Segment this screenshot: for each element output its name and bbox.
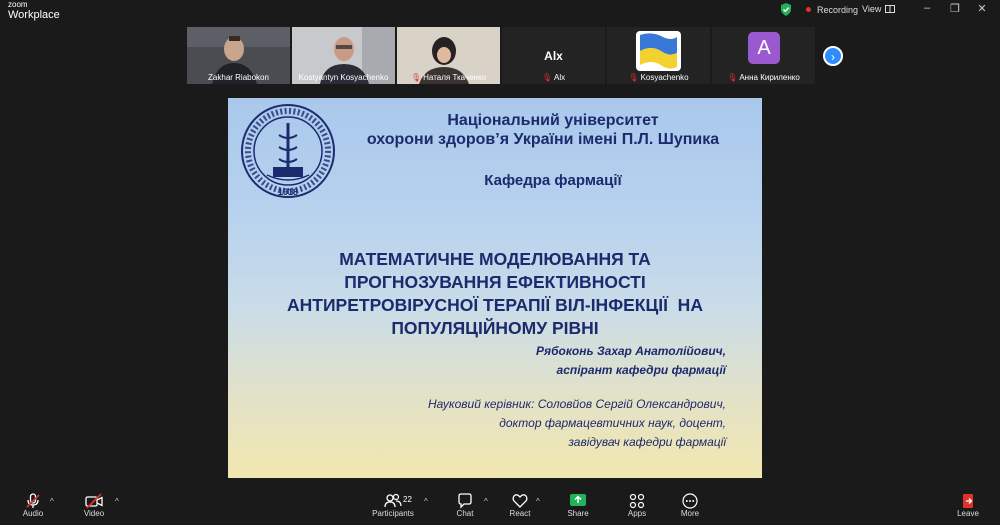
author-line: аспірант кафедри фармації [556, 363, 726, 377]
participant-display-name: Alx [544, 49, 563, 63]
share-button[interactable]: Share [553, 487, 603, 525]
title-line: МАТЕМАТИЧНЕ МОДЕЛЮВАННЯ ТА [339, 249, 651, 269]
leave-label: Leave [957, 509, 979, 518]
author-line: Рябоконь Захар Анатолійович, [536, 344, 726, 358]
more-label: More [680, 509, 700, 518]
participant-name: Alx [554, 73, 566, 82]
muted-mic-icon: 🎙 [628, 73, 639, 82]
leave-button[interactable]: Leave [943, 487, 993, 525]
participant-gallery: Zakhar Riabokon Kostyantyn Kosyachenko 🎙… [187, 27, 815, 84]
participants-label: Participants [372, 509, 414, 518]
chevron-right-icon: › [831, 50, 835, 64]
audio-label: Audio [22, 509, 44, 518]
audio-options-caret-icon[interactable]: ^ [50, 497, 54, 506]
participant-tile[interactable]: 🎙 Наталя Ткаченко [397, 27, 500, 84]
meeting-toolbar: Audio ^ Video ^ Participants 22 ^ Chat ^ [0, 487, 1000, 525]
participant-name-row: 🎙 Kosyachenko [607, 73, 710, 82]
participants-options-caret-icon[interactable]: ^ [424, 497, 428, 506]
participant-name: Kosyachenko [640, 73, 689, 82]
video-button[interactable]: Video [69, 487, 119, 525]
participant-name: Zakhar Riabokon [208, 73, 269, 82]
view-grid-icon [885, 5, 896, 13]
participant-tile[interactable]: A 🎙 Анна Кириленко [712, 27, 815, 84]
muted-mic-icon: 🎙 [541, 73, 553, 82]
participant-name-row: 🎙 Наталя Ткаченко [397, 73, 500, 82]
university-name-line1: Національний університет [447, 112, 659, 129]
muted-mic-icon: 🎙 [727, 73, 738, 82]
university-name-line2: охорони здоров’я України імені П.Л. Шупи… [366, 131, 720, 148]
apps-icon [612, 487, 662, 509]
share-screen-icon [553, 487, 603, 509]
leave-icon [943, 487, 993, 509]
video-off-icon [69, 487, 119, 509]
participants-count: 22 [403, 495, 412, 504]
participant-tile[interactable]: Zakhar Riabokon [187, 27, 290, 84]
participant-tile[interactable]: Kostyantyn Kosyachenko [292, 27, 395, 84]
react-button[interactable]: React [495, 487, 545, 525]
shared-screen-slide: 1918 Національний університет охорони зд… [228, 98, 762, 478]
advisor-line: завідувач кафедри фармації [568, 435, 726, 449]
participant-name: Анна Кириленко [739, 73, 800, 82]
more-icon [665, 487, 715, 509]
zoom-window: zoom Workplace Recording View – ❐ ✕ Zakh… [0, 0, 1000, 525]
participant-name: Kostyantyn Kosyachenko [298, 73, 389, 82]
participant-name-row: 🎙 Анна Кириленко [712, 73, 815, 82]
recording-label: Recording [817, 4, 859, 15]
apps-label: Apps [627, 509, 647, 518]
apps-button[interactable]: Apps [612, 487, 662, 525]
participant-tile[interactable]: Alx 🎙 Alx [502, 27, 605, 84]
title-line: АНТИРЕТРОВІРУСНОЇ ТЕРАПІЇ ВІЛ-ІНФЕКЦІЇ Н… [287, 295, 703, 315]
more-button[interactable]: More [665, 487, 715, 525]
advisor-block: Науковий керівник: Соловйов Сергій Олекс… [428, 395, 726, 452]
recording-dot-icon [806, 7, 811, 12]
advisor-line: Науковий керівник: Соловйов Сергій Олекс… [427, 397, 726, 411]
view-label: View [862, 4, 882, 14]
restore-icon[interactable]: ❐ [948, 2, 962, 15]
recording-indicator[interactable]: Recording [780, 3, 858, 16]
close-icon[interactable]: ✕ [975, 2, 989, 15]
gallery-next-button[interactable]: › [823, 46, 843, 66]
chat-label: Chat [456, 509, 474, 518]
seal-year: 1918 [278, 187, 298, 197]
logo-line1: zoom [8, 0, 28, 9]
title-line: ПРОГНОЗУВАННЯ ЕФЕКТИВНОСТІ [344, 272, 646, 292]
participants-button[interactable]: Participants [368, 487, 418, 525]
chat-button[interactable]: Chat [440, 487, 490, 525]
chat-icon [440, 487, 490, 509]
participant-name: Наталя Ткаченко [423, 73, 486, 82]
video-options-caret-icon[interactable]: ^ [115, 497, 119, 506]
advisor-line: доктор фармацевтичних наук, доцент, [499, 416, 726, 430]
share-label: Share [567, 509, 589, 518]
shield-icon [781, 3, 791, 16]
muted-mic-icon: 🎙 [410, 73, 422, 82]
university-seal-icon: 1918 [241, 104, 335, 198]
zoom-logo: zoom Workplace [8, 1, 60, 21]
audio-button[interactable]: Audio [8, 487, 58, 525]
react-options-caret-icon[interactable]: ^ [536, 497, 540, 506]
video-label: Video [83, 509, 105, 518]
view-menu-button[interactable]: View [862, 4, 896, 14]
logo-line2: Workplace [8, 9, 60, 21]
avatar: A [748, 32, 780, 64]
title-line: ПОПУЛЯЦІЙНОМУ РІВНІ [391, 318, 599, 338]
title-bar: zoom Workplace Recording View – ❐ ✕ [0, 0, 1000, 22]
chat-options-caret-icon[interactable]: ^ [484, 497, 488, 506]
presentation-title: МАТЕМАТИЧНЕ МОДЕЛЮВАННЯ ТА ПРОГНОЗУВАННЯ… [238, 248, 752, 340]
department-name: Кафедра фармації [484, 172, 622, 189]
participant-name-row: 🎙 Alx [502, 73, 605, 82]
author-block: Рябоконь Захар Анатолійович, аспірант ка… [536, 342, 726, 380]
participant-tile[interactable]: 🎙 Kosyachenko [607, 27, 710, 84]
react-label: React [509, 509, 531, 518]
minimize-icon[interactable]: – [920, 2, 934, 14]
